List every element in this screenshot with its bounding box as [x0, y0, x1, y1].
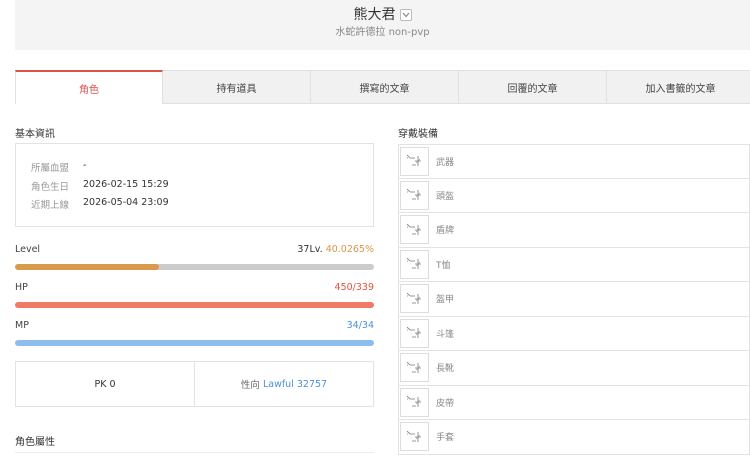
tab-bookmarked-posts[interactable]: 加入書籤的文章 — [607, 70, 750, 104]
equipment-slot-label: 盾牌 — [436, 226, 455, 237]
equipment-slot-label: 盔甲 — [436, 295, 455, 306]
info-label: 角色生日 — [31, 182, 70, 193]
empty-slot-icon — [400, 284, 429, 314]
equipment-slot-gloves[interactable]: 手套 — [398, 420, 750, 455]
character-name-row: 熊大君 — [15, 4, 750, 24]
level-label: Level — [15, 244, 41, 255]
profile-tabs: 角色 持有道具 撰寫的文章 回覆的文章 加入書籤的文章 — [15, 70, 750, 104]
pk-cell: PK 0 — [16, 362, 194, 406]
equipment-slot-label: 斗篷 — [436, 329, 455, 340]
hp-value: 450/339 — [334, 282, 374, 293]
info-row-last-login: 近期上線 2026-05-04 23:09 — [31, 197, 169, 211]
empty-slot-icon — [400, 318, 429, 348]
equipment-title: 穿戴裝備 — [398, 129, 438, 140]
info-label: 近期上線 — [31, 200, 70, 211]
equipment-slot-cloak[interactable]: 斗篷 — [398, 316, 750, 351]
level-value: 37Lv. 40.0265% — [297, 244, 374, 258]
basic-info-box: 所屬血盟 - 角色生日 2026-02-15 15:29 近期上線 2026-0… — [15, 143, 374, 227]
character-dropdown-button[interactable] — [399, 9, 412, 21]
character-header: 熊大君 水蛇許德拉 non-pvp — [15, 0, 750, 50]
hp-label: HP — [15, 282, 28, 293]
equipment-list: 武器頭盔盾牌 T恤盔甲斗篷長靴皮帶手套 — [398, 144, 750, 455]
empty-slot-icon — [400, 387, 429, 417]
hp-bar-fill — [15, 302, 374, 308]
level-progress-fill — [15, 264, 159, 270]
mp-label: MP — [15, 320, 29, 331]
basic-info-title: 基本資訊 — [15, 129, 55, 140]
equipment-slot-helmet[interactable]: 頭盔 — [398, 178, 750, 213]
chevron-down-icon — [402, 12, 409, 18]
info-value: 2026-05-04 23:09 — [83, 197, 169, 208]
level-percent: 40.0265% — [325, 244, 374, 255]
hp-stat: HP 450/339 — [15, 282, 374, 308]
tab-character[interactable]: 角色 — [15, 70, 163, 104]
level-progress-bar — [15, 264, 374, 270]
info-row-clan: 所屬血盟 - — [31, 160, 86, 174]
equipment-slot-boots[interactable]: 長靴 — [398, 351, 750, 386]
alignment-label: 性向 — [240, 380, 260, 391]
empty-slot-icon — [400, 215, 429, 245]
character-name: 熊大君 — [353, 7, 396, 23]
tab-items[interactable]: 持有道具 — [163, 70, 311, 104]
attributes-divider — [15, 452, 374, 453]
hp-bar — [15, 302, 374, 308]
equipment-slot-label: 手套 — [436, 433, 455, 444]
mp-bar-fill — [15, 340, 374, 346]
equipment-slot-label: 皮帶 — [436, 398, 455, 409]
mp-value: 34/34 — [346, 320, 374, 331]
equipment-slot-label: 頭盔 — [436, 191, 455, 202]
info-value: 2026-02-15 15:29 — [83, 179, 169, 190]
empty-slot-icon — [400, 353, 429, 383]
info-label: 所屬血盟 — [31, 163, 70, 174]
mp-stat: MP 34/34 — [15, 320, 374, 346]
alignment-value: Lawful 32757 — [262, 378, 328, 390]
empty-slot-icon — [400, 180, 429, 210]
equipment-slot-belt[interactable]: 皮帶 — [398, 385, 750, 420]
equipment-slot-armor[interactable]: 盔甲 — [398, 282, 750, 317]
attributes-title: 角色屬性 — [15, 437, 55, 448]
empty-slot-icon — [400, 146, 429, 176]
level-number: 37Lv. — [297, 244, 323, 255]
equipment-slot-shield[interactable]: 盾牌 — [398, 213, 750, 248]
pk-value: 0 — [109, 378, 116, 390]
tab-replied-posts[interactable]: 回覆的文章 — [459, 70, 607, 104]
level-stat: Level 37Lv. 40.0265% — [15, 244, 374, 270]
info-value: - — [83, 160, 87, 171]
server-info: 水蛇許德拉 non-pvp — [335, 27, 430, 38]
tab-written-posts[interactable]: 撰寫的文章 — [311, 70, 459, 104]
alignment-cell: 性向 Lawful 32757 — [194, 362, 373, 406]
info-row-birthday: 角色生日 2026-02-15 15:29 — [31, 179, 169, 193]
equipment-slot-label: T恤 — [436, 260, 451, 271]
pk-label: PK — [94, 378, 107, 390]
equipment-slot-tshirt[interactable]: T恤 — [398, 247, 750, 282]
mp-bar — [15, 340, 374, 346]
equipment-slot-label: 武器 — [436, 157, 455, 168]
empty-slot-icon — [400, 422, 429, 452]
pk-alignment-box: PK 0 性向 Lawful 32757 — [15, 361, 374, 407]
equipment-slot-label: 長靴 — [436, 364, 455, 375]
empty-slot-icon — [400, 249, 429, 279]
equipment-slot-weapon[interactable]: 武器 — [398, 144, 750, 179]
